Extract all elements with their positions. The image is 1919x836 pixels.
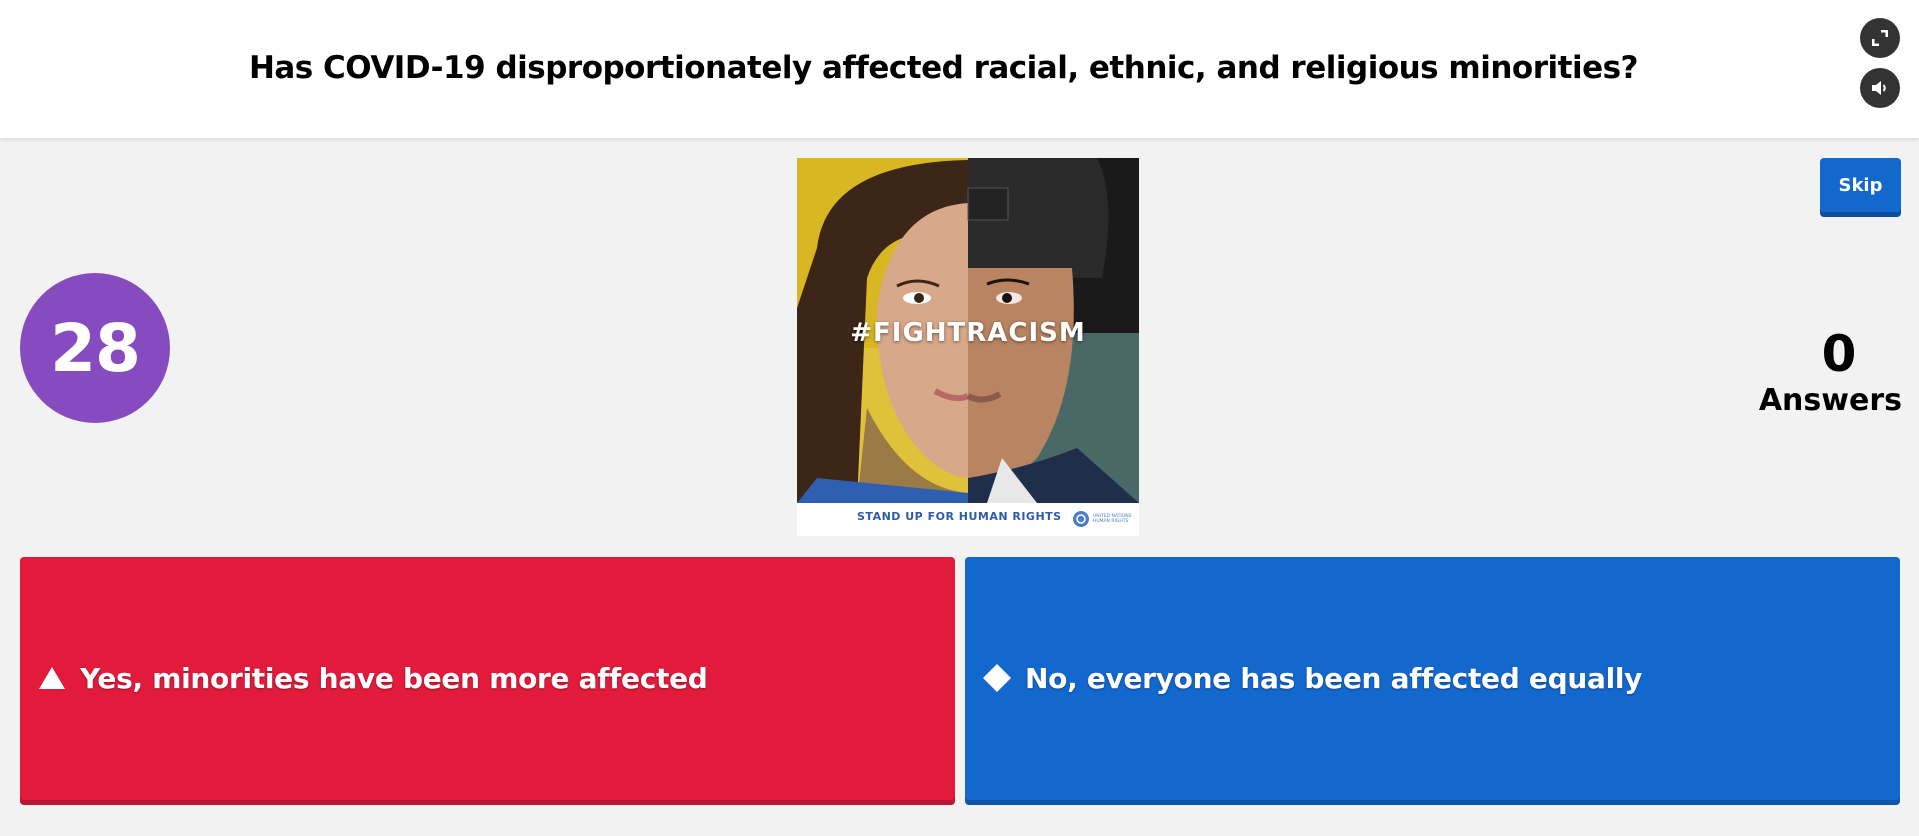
answers-counter: 0 Answers — [1740, 325, 1902, 419]
countdown-timer: 28 — [20, 273, 170, 423]
answer-option-1-label: Yes, minorities have been more affected — [80, 661, 708, 695]
skip-button[interactable]: Skip — [1820, 158, 1901, 217]
answer-option-2[interactable]: No, everyone has been affected equally — [965, 557, 1900, 805]
diamond-icon — [981, 662, 1013, 694]
question-header: Has COVID-19 disproportionately affected… — [0, 0, 1919, 138]
fullscreen-icon — [1872, 30, 1888, 46]
answer-option-2-label: No, everyone has been affected equally — [1025, 661, 1643, 695]
answer-option-1[interactable]: Yes, minorities have been more affected — [20, 557, 955, 805]
triangle-icon — [36, 662, 68, 694]
question-title: Has COVID-19 disproportionately affected… — [248, 50, 1639, 86]
image-hashtag: #FIGHTRACISM — [850, 318, 1086, 348]
image-caption: STAND UP FOR HUMAN RIGHTS — [857, 510, 1062, 523]
un-logo-text: UNITED NATIONS HUMAN RIGHTS — [1093, 514, 1132, 524]
answers-count: 0 — [1821, 325, 1857, 383]
volume-button[interactable] — [1860, 68, 1900, 108]
question-image: #FIGHTRACISM STAND UP FOR HUMAN RIGHTS U… — [797, 158, 1139, 536]
volume-icon — [1872, 81, 1886, 95]
answers-label: Answers — [1758, 383, 1902, 418]
un-emblem-icon — [1073, 511, 1089, 527]
un-logo: UNITED NATIONS HUMAN RIGHTS — [1072, 507, 1134, 531]
fullscreen-button[interactable] — [1860, 18, 1900, 58]
